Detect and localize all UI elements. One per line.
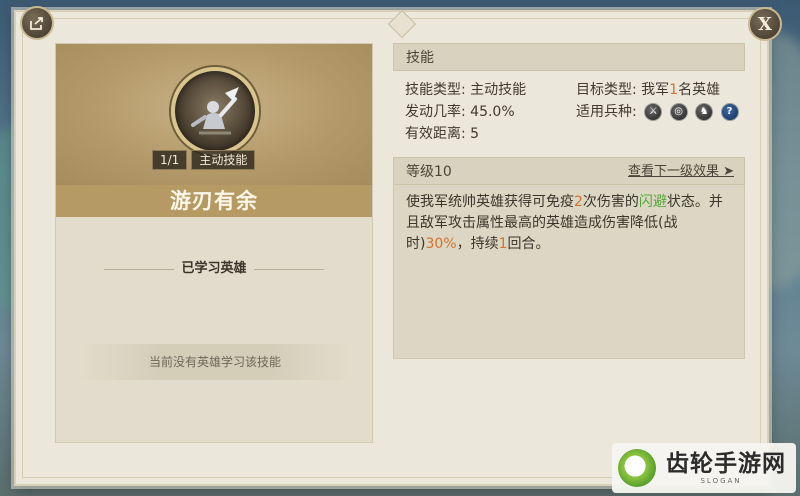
watermark-logo: 齿轮手游网 SLOGAN [612,443,796,493]
skill-card: 1/1 主动技能 游刃有余 已学习英雄 当前没有英雄学习该技能 [55,43,373,443]
target-type-row: 目标类型: 我军1名英雄 [576,80,720,100]
learned-heroes-label: 已学习英雄 [181,261,247,276]
close-button[interactable]: X [748,7,782,41]
logo-icon [618,449,656,487]
skill-card-header: 1/1 主动技能 [56,44,372,185]
skill-count-badge: 1/1 [152,150,188,170]
skill-type-label: 技能类型: [405,82,466,98]
skill-info-column: 技能 技能类型: 主动技能 目标类型: 我军1名英雄 发动几率: 45.0% 适… [393,43,745,359]
divider [254,269,324,270]
skill-emblem [171,67,259,155]
skill-name: 游刃有余 [56,185,372,217]
trigger-rate-row: 发动几率: 45.0% [405,102,515,122]
sword-icon: ⚔ [644,103,663,121]
trigger-rate-label: 发动几率: [405,104,466,120]
target-type-value: 我军1名英雄 [641,82,721,98]
share-icon [30,17,43,30]
learned-heroes-header: 已学习英雄 [56,259,372,279]
next-level-link[interactable]: 查看下一级效果 ➤ [628,158,734,186]
watermark-title: 齿轮手游网 [666,451,786,477]
skill-type-row: 技能类型: 主动技能 [405,80,526,100]
trigger-rate-value: 45.0% [470,104,515,120]
troop-type-label: 适用兵种: [576,104,637,120]
skill-stats: 技能类型: 主动技能 目标类型: 我军1名英雄 发动几率: 45.0% 适用兵种… [393,71,745,157]
skill-type-value: 主动技能 [470,82,527,98]
horse-icon: ♞ [695,103,714,121]
warrior-icon [191,87,239,135]
range-row: 有效距离: 5 [405,124,479,144]
share-button[interactable] [20,6,54,40]
target-icon: ◎ [669,103,688,121]
skill-type-badge: 主动技能 [191,150,256,170]
troop-type-row: 适用兵种: ⚔ ◎ ♞ ? [576,102,739,122]
range-label: 有效距离: [405,126,466,142]
skill-description: 使我军统帅英雄获得可免疫2次伤害的闪避状态。并且敌军攻击属性最高的英雄造成伤害降… [393,185,745,359]
skill-level: 等级10 [406,164,452,180]
no-hero-message: 当前没有英雄学习该技能 [80,344,350,380]
level-section-header: 等级10 查看下一级效果 ➤ [393,157,745,185]
skill-section-header: 技能 [393,43,745,71]
question-icon: ? [720,103,739,121]
close-icon: X [758,13,772,35]
target-type-label: 目标类型: [576,82,637,98]
watermark-sub: SLOGAN [700,477,742,485]
range-value: 5 [470,126,480,142]
